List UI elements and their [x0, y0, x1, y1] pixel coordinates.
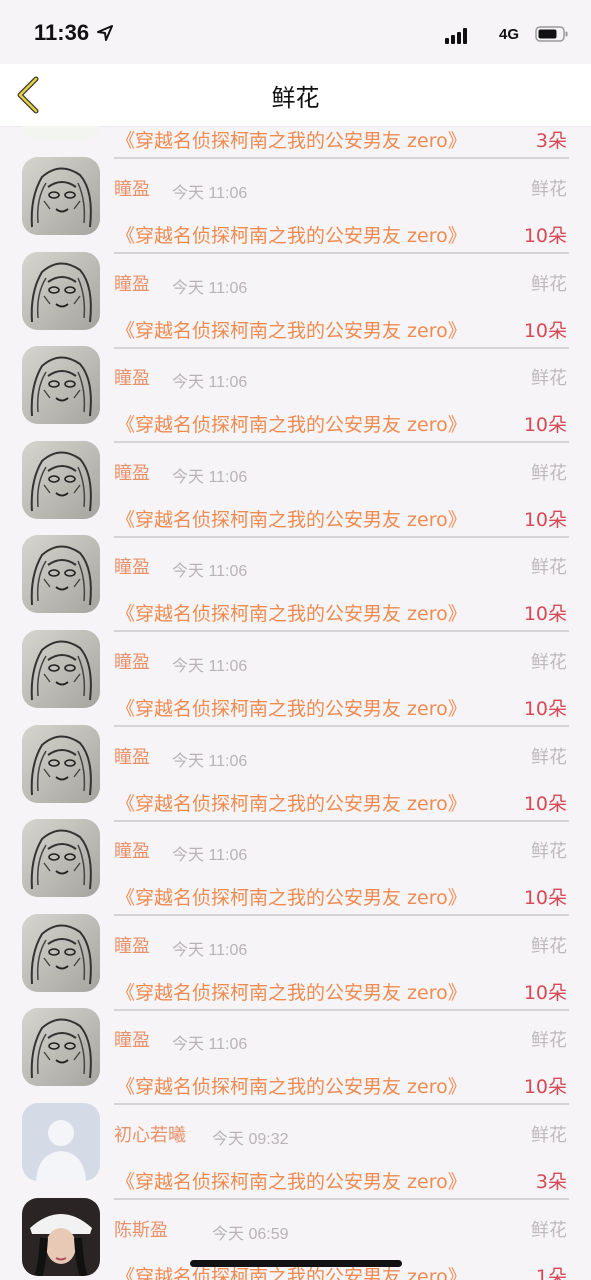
gift-type: 鲜花 [531, 841, 567, 863]
timestamp: 今天 11:06 [172, 279, 248, 297]
timestamp: 今天 11:06 [172, 847, 248, 865]
list-item[interactable]: 瞳盈 今天 11:06 鲜花 《穿越名侦探柯南之我的公安男友 zero》 10朵 [0, 521, 591, 633]
user-name[interactable]: 陈斯盈 [114, 1216, 168, 1242]
avatar[interactable] [22, 630, 100, 708]
user-name[interactable]: 瞳盈 [114, 932, 150, 958]
status-time: 11:36 [34, 20, 90, 45]
avatar[interactable] [22, 251, 100, 330]
avatar[interactable] [22, 535, 100, 614]
timestamp: 今天 06:59 [212, 1225, 289, 1243]
timestamp: 今天 11:06 [172, 658, 248, 675]
gift-type: 鲜花 [531, 368, 567, 390]
gift-record-list[interactable]: 《穿越名侦探柯南之我的公安男友 zero》 3朵 瞳盈 今天 11:06 鲜花 … [0, 126, 591, 1280]
timestamp: 今天 11:06 [172, 468, 248, 486]
user-name[interactable]: 瞳盈 [114, 648, 150, 674]
gift-type: 鲜花 [531, 273, 567, 295]
flower-count: 1朵 [535, 1265, 567, 1280]
timestamp: 今天 11:06 [172, 374, 248, 392]
avatar[interactable] [22, 440, 100, 519]
timestamp: 今天 09:32 [212, 1131, 289, 1148]
gift-type: 鲜花 [531, 1030, 567, 1052]
avatar[interactable] [22, 1008, 100, 1087]
list-item[interactable]: 瞳盈 今天 11:06 鲜花 《穿越名侦探柯南之我的公安男友 zero》 10朵 [0, 427, 591, 538]
battery-icon [535, 26, 568, 42]
user-name[interactable]: 瞳盈 [114, 175, 150, 201]
gift-type: 鲜花 [531, 1125, 567, 1146]
user-name[interactable]: 瞳盈 [114, 459, 150, 485]
avatar[interactable] [22, 819, 100, 898]
list-item[interactable]: 瞳盈 今天 11:06 鲜花 《穿越名侦探柯南之我的公安男友 zero》 10朵 [0, 238, 591, 349]
status-icons: 4G [399, 24, 569, 46]
network-type: 4G [498, 26, 519, 43]
avatar[interactable] [22, 1197, 100, 1276]
list-item[interactable]: 初心若曦 今天 09:32 鲜花 《穿越名侦探柯南之我的公安男友 zero》 3… [0, 1089, 591, 1200]
location-arrow-icon [97, 25, 113, 41]
list-item-partial[interactable]: 《穿越名侦探柯南之我的公安男友 zero》 3朵 [0, 126, 591, 159]
list-item[interactable]: 瞳盈 今天 11:06 鲜花 《穿越名侦探柯南之我的公安男友 zero》 10朵 [0, 805, 591, 917]
gift-type: 鲜花 [531, 652, 567, 673]
timestamp: 今天 11:06 [172, 752, 248, 770]
user-name[interactable]: 初心若曦 [114, 1121, 186, 1147]
signal-icon [445, 28, 471, 44]
timestamp: 今天 11:06 [172, 941, 248, 959]
user-name[interactable]: 瞳盈 [114, 743, 150, 769]
user-name[interactable]: 瞳盈 [114, 837, 150, 863]
gift-type: 鲜花 [531, 746, 567, 768]
user-name[interactable]: 瞳盈 [114, 364, 150, 390]
gift-type: 鲜花 [531, 179, 567, 200]
user-name[interactable]: 瞳盈 [114, 553, 150, 579]
list-item[interactable]: 瞳盈 今天 11:06 鲜花 《穿越名侦探柯南之我的公安男友 zero》 10朵 [0, 143, 591, 254]
gift-type: 鲜花 [531, 462, 567, 484]
gift-type: 鲜花 [531, 557, 567, 579]
status-bar: 11:36 4G [0, 0, 591, 64]
list-item[interactable]: 瞳盈 今天 11:06 鲜花 《穿越名侦探柯南之我的公安男友 zero》 10朵 [0, 994, 591, 1106]
nav-bar: 鲜花 [0, 64, 591, 127]
avatar[interactable] [22, 1103, 100, 1181]
timestamp: 今天 11:06 [172, 563, 248, 581]
gift-type: 鲜花 [531, 1219, 567, 1241]
timestamp: 今天 11:06 [172, 185, 248, 202]
user-name[interactable]: 瞳盈 [114, 1026, 150, 1052]
avatar[interactable] [22, 157, 100, 235]
list-item[interactable]: 瞳盈 今天 11:06 鲜花 《穿越名侦探柯南之我的公安男友 zero》 10朵 [0, 616, 591, 727]
avatar[interactable] [22, 346, 100, 425]
gift-type: 鲜花 [531, 935, 567, 957]
page-title: 鲜花 [271, 84, 320, 112]
user-name[interactable]: 瞳盈 [114, 270, 150, 296]
avatar[interactable] [22, 724, 100, 803]
list-item[interactable]: 瞳盈 今天 11:06 鲜花 《穿越名侦探柯南之我的公安男友 zero》 10朵 [0, 332, 591, 444]
timestamp: 今天 11:06 [172, 1036, 248, 1054]
list-item[interactable]: 瞳盈 今天 11:06 鲜花 《穿越名侦探柯南之我的公安男友 zero》 10朵 [0, 900, 591, 1011]
avatar [22, 126, 100, 140]
home-indicator [190, 1260, 402, 1267]
avatar[interactable] [22, 913, 100, 992]
list-item[interactable]: 瞳盈 今天 11:06 鲜花 《穿越名侦探柯南之我的公安男友 zero》 10朵 [0, 711, 591, 822]
